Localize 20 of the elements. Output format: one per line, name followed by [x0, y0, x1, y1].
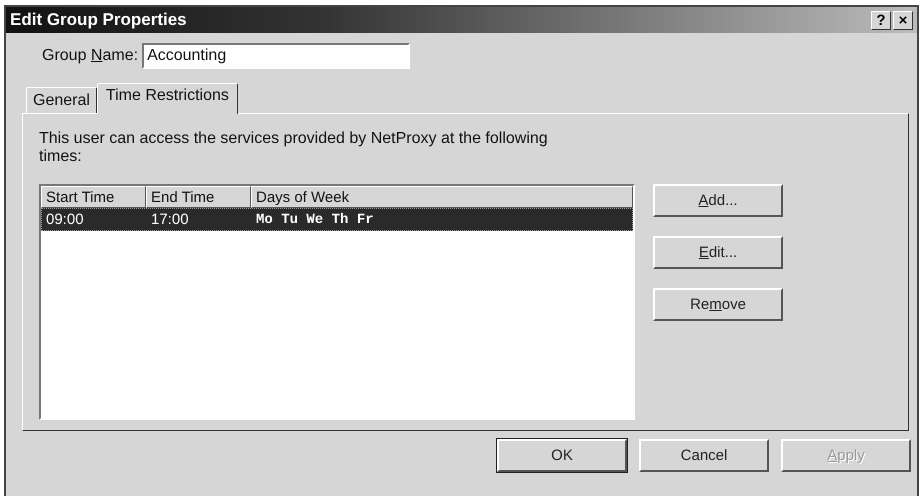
tab[interactable]: General [26, 87, 97, 113]
remove-button[interactable]: Remove [653, 288, 783, 321]
close-button[interactable]: × [893, 10, 913, 30]
ok-button[interactable]: OK [497, 439, 627, 472]
description-text: This user can access the services provided by NetProxy at the following times: [39, 130, 549, 166]
edit-button[interactable]: Edit... [653, 236, 783, 269]
window-title: Edit Group Properties [10, 10, 188, 30]
tab[interactable]: Time Restrictions [96, 83, 238, 114]
cancel-button[interactable]: Cancel [639, 439, 769, 472]
list-row[interactable]: 09:00 17:00 Mo Tu We Th Fr [41, 208, 633, 231]
list-cell-text: 17:00 [150, 211, 190, 228]
add-button[interactable]: Add... [653, 184, 783, 217]
help-button[interactable]: ? [871, 10, 891, 30]
column-header[interactable]: Start Time [41, 186, 146, 208]
list-cell-text: Mo Tu We Th Fr [255, 212, 375, 228]
group-name-label: Group Name: [42, 47, 138, 65]
list-cell-text: 09:00 [45, 211, 85, 228]
column-header[interactable]: End Time [146, 186, 251, 208]
group-name-field[interactable]: Accounting [142, 43, 410, 69]
column-header[interactable]: Days of Week [251, 186, 633, 208]
